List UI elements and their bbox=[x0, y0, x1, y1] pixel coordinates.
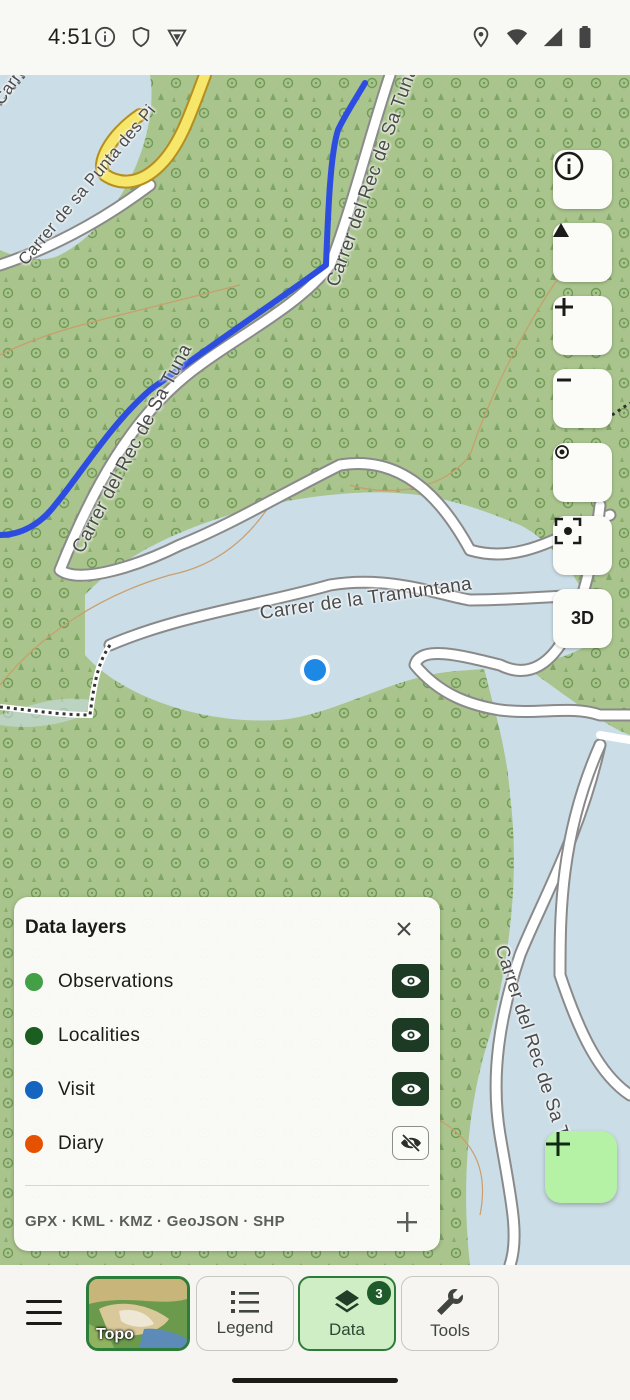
fit-view-button[interactable] bbox=[553, 516, 612, 575]
tab-label: Data bbox=[329, 1319, 365, 1339]
layer-name: Observations bbox=[58, 971, 174, 992]
panel-title: Data layers bbox=[25, 917, 127, 938]
basemap-label: Topo bbox=[96, 1326, 134, 1343]
panel-divider bbox=[25, 1185, 429, 1186]
map-info-button[interactable] bbox=[553, 150, 612, 209]
list-icon bbox=[231, 1290, 259, 1313]
info-icon bbox=[94, 26, 116, 48]
shield-icon bbox=[132, 26, 150, 48]
target-icon bbox=[555, 445, 569, 459]
status-system-icons bbox=[470, 26, 592, 48]
layer-name: Visit bbox=[58, 1079, 96, 1100]
add-entry-fab[interactable] bbox=[545, 1131, 617, 1203]
data-layers-panel: Data layers Observations Localities Visi… bbox=[14, 897, 440, 1251]
hamburger-menu-icon[interactable] bbox=[26, 1300, 62, 1330]
layer-name: Diary bbox=[58, 1133, 104, 1154]
bottom-navigation: Topo Legend Data 3 Tools bbox=[0, 1265, 630, 1400]
eye-icon bbox=[400, 1083, 421, 1095]
tab-label: Tools bbox=[430, 1320, 470, 1340]
location-icon bbox=[473, 26, 489, 48]
info-icon bbox=[554, 151, 584, 181]
visibility-toggle[interactable] bbox=[392, 1072, 429, 1106]
compass-arrow-icon bbox=[553, 223, 569, 237]
zoom-out-button[interactable] bbox=[553, 369, 612, 428]
eye-off-icon bbox=[400, 1134, 421, 1152]
layers-icon bbox=[335, 1289, 359, 1312]
status-notification-icons bbox=[94, 26, 188, 48]
vpn-icon bbox=[167, 29, 187, 48]
eye-icon bbox=[400, 1029, 421, 1041]
basemap-selector[interactable]: Topo bbox=[86, 1276, 190, 1351]
battery-icon bbox=[579, 26, 591, 48]
tab-badge: 3 bbox=[367, 1281, 391, 1305]
visibility-toggle[interactable] bbox=[392, 1018, 429, 1052]
fullscreen-focus-icon bbox=[554, 517, 582, 545]
plus-icon bbox=[397, 1212, 417, 1232]
tab-tools[interactable]: Tools bbox=[401, 1276, 499, 1351]
tab-data[interactable]: Data 3 bbox=[298, 1276, 396, 1351]
3d-toggle-button[interactable]: 3D bbox=[553, 589, 612, 648]
plus-icon bbox=[555, 298, 573, 316]
minus-icon bbox=[557, 378, 571, 382]
wifi-icon bbox=[506, 29, 528, 46]
eye-icon bbox=[400, 975, 421, 987]
visibility-toggle[interactable] bbox=[392, 1126, 429, 1160]
layer-row-localities[interactable]: Localities bbox=[14, 1016, 440, 1056]
layer-color-dot bbox=[25, 973, 43, 991]
close-panel-button[interactable] bbox=[392, 917, 416, 941]
layer-color-dot bbox=[25, 1027, 43, 1045]
layer-color-dot bbox=[25, 1135, 43, 1153]
status-time: 4:51 bbox=[48, 24, 93, 49]
layer-row-visit[interactable]: Visit bbox=[14, 1070, 440, 1110]
compass-north-button[interactable] bbox=[553, 223, 612, 282]
layer-color-dot bbox=[25, 1081, 43, 1099]
layer-row-diary[interactable]: Diary bbox=[14, 1124, 440, 1164]
home-indicator[interactable] bbox=[232, 1378, 398, 1383]
import-layer-button[interactable] bbox=[394, 1209, 420, 1235]
plus-icon bbox=[546, 1132, 570, 1156]
layer-name: Localities bbox=[58, 1025, 141, 1046]
tab-label: Legend bbox=[216, 1317, 274, 1337]
signal-icon bbox=[543, 27, 563, 47]
visibility-toggle[interactable] bbox=[392, 964, 429, 998]
zoom-in-button[interactable] bbox=[553, 296, 612, 355]
supported-formats: GPX · KML · KMZ · GeoJSON · SHP bbox=[25, 1213, 285, 1230]
3d-label: 3D bbox=[570, 608, 594, 628]
tab-legend[interactable]: Legend bbox=[196, 1276, 294, 1351]
locate-me-button[interactable] bbox=[553, 443, 612, 502]
layer-row-observations[interactable]: Observations bbox=[14, 962, 440, 1002]
close-icon bbox=[397, 922, 411, 936]
wrench-icon bbox=[437, 1288, 463, 1315]
status-bar: 4:51 bbox=[0, 0, 630, 75]
